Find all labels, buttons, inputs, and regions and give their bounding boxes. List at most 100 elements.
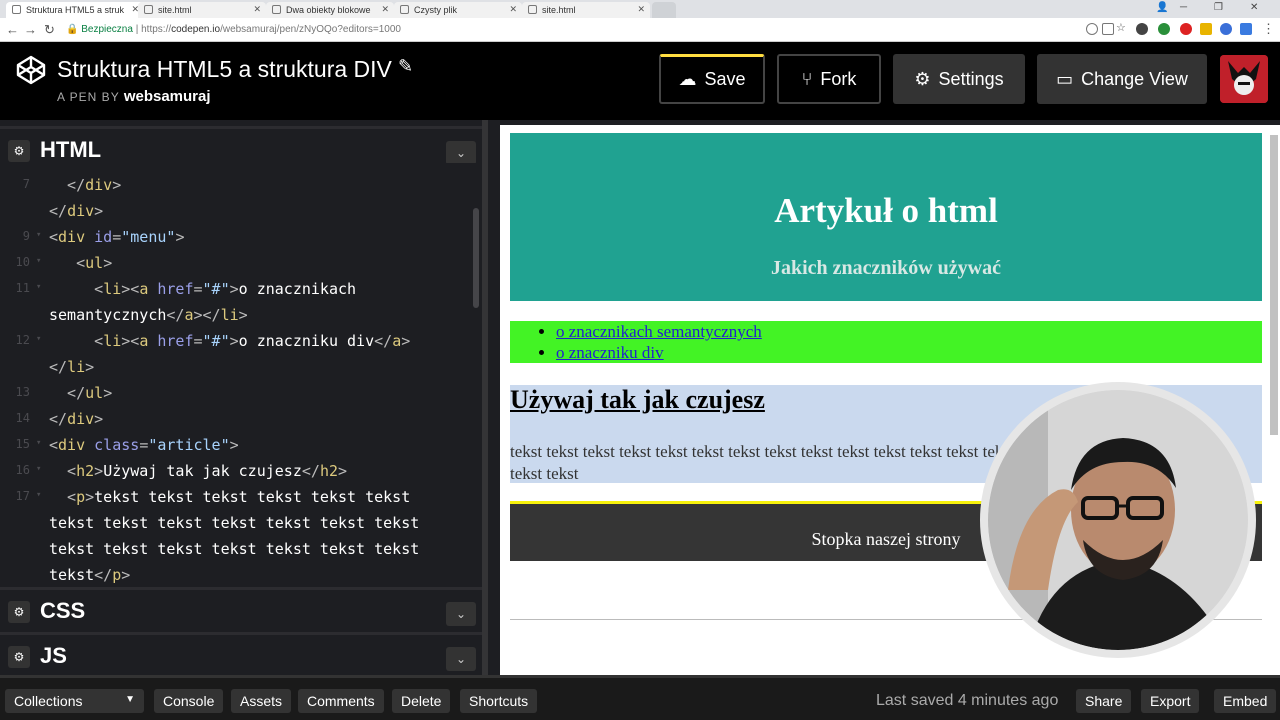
menu-icon[interactable]: ⋮ [1262, 21, 1275, 37]
samurai-avatar-icon [1220, 55, 1268, 103]
html-code-editor[interactable]: 7 </div> </div> 9 ▾ <div id="menu"> 10 ▾ <ul> 1… [0, 163, 482, 585]
browser-tab[interactable]: Dwa obiekty blokowe ✕ [266, 2, 394, 18]
line-number: 16 [15, 463, 30, 477]
preview-scrollbar[interactable] [1270, 135, 1278, 435]
minimize-icon[interactable]: ─ [1180, 2, 1187, 13]
author-link[interactable]: websamuraj [124, 88, 211, 105]
collections-dropdown[interactable]: Collections ▼ [5, 689, 144, 713]
close-tab-icon[interactable]: ✕ [509, 4, 517, 15]
address-bar: ← → ↻ 🔒 Bezpieczna | https://codepen.io/… [0, 18, 1280, 42]
close-window-icon[interactable]: ✕ [1250, 2, 1258, 13]
url-input[interactable]: 🔒 Bezpieczna | https://codepen.io/websam… [62, 21, 1132, 39]
gear-icon: ⚙ [914, 68, 931, 89]
change-view-button[interactable]: ▭ Change View [1037, 54, 1207, 104]
avatar[interactable] [1220, 55, 1268, 103]
js-collapse-chevron-icon[interactable]: ⌄ [446, 647, 476, 671]
url-host: codepen.io [171, 24, 221, 35]
assets-button[interactable]: Assets [231, 689, 292, 713]
profile-icon[interactable]: 👤 [1156, 2, 1168, 13]
fold-arrow-icon[interactable]: ▾ [36, 464, 41, 474]
code-text: </ul> [49, 384, 113, 402]
by-label: A PEN BY [57, 90, 120, 104]
console-button[interactable]: Console [154, 689, 224, 713]
shortcuts-button[interactable]: Shortcuts [460, 689, 538, 713]
extension-abp-icon[interactable] [1180, 23, 1192, 35]
close-tab-icon[interactable]: ✕ [253, 4, 261, 15]
extension-shield-icon[interactable] [1158, 23, 1170, 35]
delete-button[interactable]: Delete [392, 689, 451, 713]
list-item: o znaczniku div [556, 342, 762, 363]
js-settings-gear-icon[interactable]: ⚙ [8, 646, 30, 668]
page-icon [144, 5, 153, 14]
fold-arrow-icon[interactable]: ▾ [36, 282, 41, 292]
page-icon [272, 5, 281, 14]
extension-gear-icon[interactable] [1136, 23, 1148, 35]
fold-arrow-icon[interactable]: ▾ [36, 256, 41, 266]
css-editor-title: CSS [40, 598, 86, 623]
edit-pencil-icon[interactable]: ✎ [398, 56, 413, 77]
close-tab-icon[interactable]: ✕ [381, 4, 389, 15]
forward-icon[interactable]: → [24, 22, 37, 37]
browser-tab[interactable]: Czysty plik ✕ [394, 2, 522, 18]
lock-icon: 🔒 [66, 24, 79, 35]
reload-icon[interactable]: ↻ [44, 22, 55, 38]
menu-link-semantic[interactable]: o znacznikach semantycznych [556, 322, 762, 341]
line-number: 7 [22, 177, 30, 191]
code-text: tekst</p> [49, 566, 131, 584]
code-text: <div class="article"> [49, 436, 239, 454]
preview-header-block: Artykuł o html Jakich znaczników używać [510, 133, 1262, 301]
html-collapse-chevron-icon[interactable]: ⌄ [446, 141, 476, 165]
css-collapse-chevron-icon[interactable]: ⌄ [446, 602, 476, 626]
cloud-icon: ☁ [678, 69, 697, 89]
js-editor-title: JS [40, 643, 67, 668]
share-button[interactable]: Share [1076, 689, 1132, 713]
preview-menu-list: o znacznikach semantycznych o znaczniku … [556, 321, 762, 363]
code-text: <li><a href="#">o znaczniku div</a> [49, 332, 411, 350]
code-text: tekst tekst tekst tekst tekst tekst teks… [49, 540, 420, 558]
star-icon[interactable]: ☆ [1116, 21, 1128, 34]
export-button[interactable]: Export [1141, 689, 1200, 713]
fold-arrow-icon[interactable]: ▾ [36, 438, 41, 448]
comments-button[interactable]: Comments [298, 689, 384, 713]
code-text: <h2>Używaj tak jak czujesz</h2> [49, 462, 348, 480]
code-text: <div id="menu"> [49, 228, 185, 246]
code-text: </div> [49, 410, 104, 428]
js-editor-header[interactable]: ⚙ JS ⌄ [0, 632, 482, 674]
settings-button[interactable]: ⚙ Settings [893, 54, 1025, 104]
fold-arrow-icon[interactable]: ▾ [36, 230, 41, 240]
browser-tab[interactable]: site.html ✕ [138, 2, 266, 18]
browser-tab[interactable]: site.html ✕ [522, 2, 650, 18]
line-number: 10 [15, 255, 30, 269]
css-settings-gear-icon[interactable]: ⚙ [8, 601, 30, 623]
extension-lt-icon[interactable] [1240, 23, 1252, 35]
extension-folder-icon[interactable] [1200, 23, 1212, 35]
css-editor-header[interactable]: ⚙ CSS ⌄ [0, 587, 482, 629]
save-button[interactable]: ☁ Save [659, 54, 765, 104]
html-settings-gear-icon[interactable]: ⚙ [8, 140, 30, 162]
list-item: o znacznikach semantycznych [556, 321, 762, 342]
new-tab-button[interactable] [652, 2, 676, 18]
extension-drive-icon[interactable] [1220, 23, 1232, 35]
fold-arrow-icon[interactable]: ▾ [36, 334, 41, 344]
code-text: <p>tekst tekst tekst tekst tekst tekst [49, 488, 411, 506]
page-icon [400, 5, 409, 14]
close-tab-icon[interactable]: ✕ [637, 4, 645, 15]
layout-icon: ▭ [1056, 68, 1074, 89]
embed-button[interactable]: Embed [1214, 689, 1277, 713]
restore-icon[interactable]: ❐ [1214, 2, 1223, 13]
last-saved-status: Last saved 4 minutes ago [876, 692, 1059, 709]
codepen-logo-icon[interactable] [15, 54, 47, 86]
fold-arrow-icon[interactable]: ▾ [36, 490, 41, 500]
editor-scrollbar[interactable] [473, 208, 479, 308]
browser-tab[interactable]: Struktura HTML5 a struk ✕ [6, 2, 144, 18]
fork-button[interactable]: ⑂ Fork [777, 54, 881, 104]
zoom-icon[interactable] [1086, 23, 1098, 35]
translate-icon[interactable] [1102, 23, 1114, 35]
code-text: </div> [49, 176, 122, 194]
back-icon[interactable]: ← [6, 22, 19, 37]
menu-link-div[interactable]: o znaczniku div [556, 343, 664, 362]
url-path: /websamuraj/pen/zNyOQo?editors=1000 [220, 24, 401, 35]
html-editor-header: ⚙ HTML ⌄ [0, 126, 482, 168]
pen-title[interactable]: Struktura HTML5 a struktura DIV [57, 56, 392, 83]
caret-down-icon: ▼ [125, 694, 135, 705]
